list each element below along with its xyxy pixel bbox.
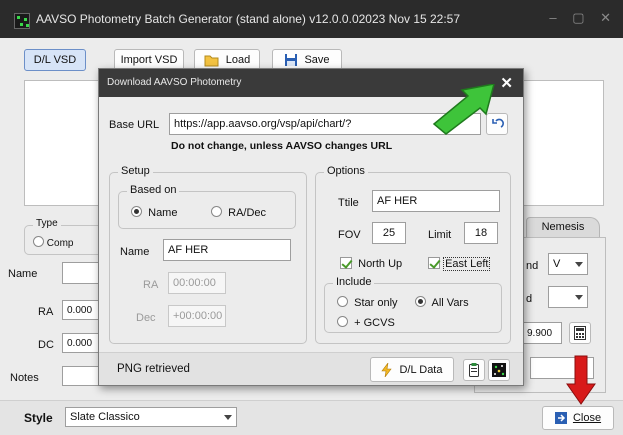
based-name-radio[interactable]: Name (131, 206, 177, 219)
name-input[interactable] (62, 262, 102, 284)
dialog-title: Download AAVSO Photometry (107, 77, 242, 88)
second-select[interactable] (548, 286, 588, 308)
ra-input[interactable]: 0.000 (62, 300, 102, 320)
limit-label: Limit (428, 229, 452, 241)
status-text: PNG retrieved (117, 363, 190, 375)
dialog-close-icon[interactable]: ✕ (500, 74, 513, 92)
close-label: Close (572, 412, 602, 424)
notes-label: Notes (10, 372, 39, 384)
star-only-radio[interactable]: Star only (337, 296, 398, 309)
dialog-footer: PNG retrieved D/L Data (99, 352, 523, 385)
bottom-bar: Style Slate Classico Close (0, 400, 623, 435)
ttile-label: Ttile (338, 197, 359, 209)
tab-nemesis[interactable]: Nemesis (526, 217, 600, 237)
dec-input[interactable]: +00:00:00 (168, 305, 226, 327)
calculator-icon (574, 326, 586, 340)
dl-data-label: D/L Data (399, 363, 443, 376)
based-radec-radio[interactable]: RA/Dec (211, 206, 266, 219)
north-up-checkbox[interactable]: North Up (340, 257, 402, 270)
fov-label: FOV (338, 229, 361, 241)
mag-input[interactable]: 9.900 (522, 322, 562, 344)
band-label: nd (526, 260, 539, 272)
lightning-icon (381, 362, 393, 377)
star-chart-icon (492, 363, 506, 377)
title-bar[interactable]: AAVSO Photometry Batch Generator (stand … (0, 0, 623, 38)
folder-open-icon (204, 55, 219, 67)
window-controls[interactable]: – ▢ ✕ (549, 10, 617, 26)
red-annotation-arrow-icon (566, 355, 596, 405)
chevron-down-icon (575, 261, 583, 267)
type-comp-radio[interactable]: Comp (33, 236, 73, 249)
limit-input[interactable]: 18 (464, 222, 498, 244)
chart-view-button[interactable] (488, 359, 510, 381)
ra-label: RA (143, 279, 159, 291)
chevron-down-icon (224, 414, 232, 420)
url-warning: Do not change, unless AAVSO changes URL (171, 140, 393, 152)
clipboard-icon (469, 363, 479, 377)
style-select[interactable]: Slate Classico (65, 407, 237, 427)
calculator-button[interactable] (569, 322, 591, 344)
base-url-label: Base URL (109, 119, 160, 131)
name-label: Name (8, 268, 38, 280)
style-label: Style (24, 411, 53, 425)
app-icon (14, 13, 30, 29)
gcvs-radio[interactable]: + GCVS (337, 316, 395, 329)
options-group: Options Ttile AF HER FOV 25 Limit 18 Nor… (315, 165, 511, 344)
green-annotation-arrow-icon (432, 84, 495, 135)
exit-icon (554, 412, 567, 424)
close-button[interactable]: Close (542, 406, 614, 430)
based-on-legend: Based on (127, 184, 180, 196)
dl-vsd-button[interactable]: D/L VSD (24, 49, 86, 71)
ttile-input[interactable]: AF HER (372, 190, 500, 212)
fov-input[interactable]: 25 (372, 222, 406, 244)
setup-legend: Setup (118, 165, 153, 177)
band-select[interactable]: V (548, 253, 588, 275)
include-group: Include Star only All Vars + GCVS (324, 276, 502, 333)
based-on-group: Based on Name RA/Dec (118, 184, 296, 229)
setup-group: Setup Based on Name RA/Dec Name AF HER R… (109, 165, 307, 344)
save-label: Save (304, 54, 330, 66)
ra-input[interactable]: 00:00:00 (168, 272, 226, 294)
type-legend: Type (33, 218, 61, 229)
dec-label: Dec (136, 312, 156, 324)
chevron-down-icon (575, 294, 583, 300)
load-label: Load (225, 54, 251, 66)
window-title: AAVSO Photometry Batch Generator (stand … (36, 12, 461, 26)
dl-data-button[interactable]: D/L Data (370, 357, 454, 382)
name-label: Name (120, 246, 150, 258)
dc-input[interactable]: 0.000 (62, 333, 102, 353)
options-legend: Options (324, 165, 368, 177)
all-vars-radio[interactable]: All Vars (415, 296, 469, 309)
clipboard-button[interactable] (463, 359, 485, 381)
ra-label: RA (38, 306, 54, 318)
notes-input[interactable] (62, 366, 102, 386)
type-group: Type Comp (24, 218, 104, 255)
include-legend: Include (333, 276, 375, 288)
east-left-checkbox[interactable]: East Left (428, 257, 491, 271)
floppy-disk-icon (285, 54, 298, 66)
second-label: d (526, 293, 533, 305)
name-input[interactable]: AF HER (163, 239, 291, 261)
dc-label: DC (38, 339, 54, 351)
